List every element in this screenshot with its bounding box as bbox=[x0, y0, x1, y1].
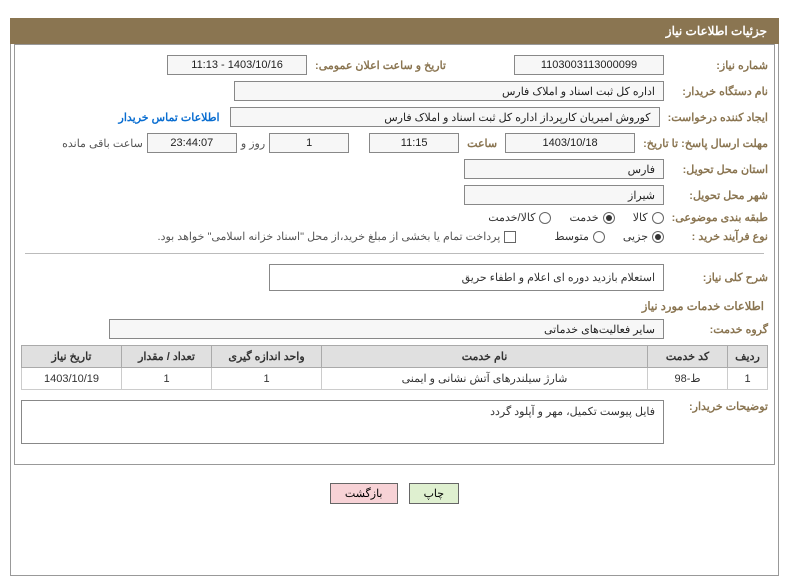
delivery-city-label: شهر محل تحویل: bbox=[668, 189, 768, 202]
cat-both-label: کالا/خدمت bbox=[488, 211, 535, 224]
announce-label: تاریخ و ساعت اعلان عمومی: bbox=[311, 59, 446, 72]
radio-icon bbox=[652, 212, 664, 224]
group-label: گروه خدمت: bbox=[668, 323, 768, 336]
back-button[interactable]: بازگشت bbox=[330, 483, 398, 504]
table-header-row: ردیف کد خدمت نام خدمت واحد اندازه گیری ت… bbox=[22, 346, 768, 368]
need-number-field: 1103003113000099 bbox=[514, 55, 664, 75]
details-panel: شماره نیاز: 1103003113000099 تاریخ و ساع… bbox=[14, 44, 775, 465]
cell-code: ط-98 bbox=[648, 368, 728, 390]
th-name: نام خدمت bbox=[322, 346, 648, 368]
desc-text: استعلام بازدید دوره ای اعلام و اطفاء حری… bbox=[269, 264, 664, 291]
th-qty: تعداد / مقدار bbox=[122, 346, 212, 368]
requester-label: ایجاد کننده درخواست: bbox=[664, 111, 768, 124]
need-number-label: شماره نیاز: bbox=[668, 59, 768, 72]
delivery-city: شیراز bbox=[464, 185, 664, 205]
radio-icon bbox=[652, 231, 664, 243]
buyer-org-field: اداره کل ثبت اسناد و املاک فارس bbox=[234, 81, 664, 101]
days-value: 1 bbox=[269, 133, 349, 153]
announce-value: 1403/10/16 - 11:13 bbox=[167, 55, 307, 75]
page-title: جزئیات اطلاعات نیاز bbox=[10, 18, 779, 44]
print-button[interactable]: چاپ bbox=[409, 483, 460, 504]
proc-type-label: نوع فرآیند خرید : bbox=[668, 230, 768, 243]
requester-field: کوروش امیریان کارپرداز اداره کل ثبت اسنا… bbox=[230, 107, 660, 127]
button-bar: چاپ بازگشت bbox=[0, 475, 789, 514]
divider bbox=[25, 253, 764, 254]
group-value: سایر فعالیت‌های خدماتی bbox=[109, 319, 664, 339]
remaining-label: ساعت باقی مانده bbox=[62, 137, 143, 150]
cell-idx: 1 bbox=[728, 368, 768, 390]
radio-icon bbox=[539, 212, 551, 224]
buyer-org-label: نام دستگاه خریدار: bbox=[668, 85, 768, 98]
cell-date: 1403/10/19 bbox=[22, 368, 122, 390]
cat-goods-radio: کالا bbox=[633, 211, 664, 224]
treasury-note: پرداخت تمام یا بخشی از مبلغ خرید،از محل … bbox=[158, 230, 501, 243]
services-table: ردیف کد خدمت نام خدمت واحد اندازه گیری ت… bbox=[21, 345, 768, 390]
radio-icon bbox=[603, 212, 615, 224]
buyer-note-text: فایل پیوست تکمیل، مهر و آپلود گردد bbox=[21, 400, 664, 444]
proc-small-label: جزیی bbox=[623, 230, 648, 243]
cat-service-radio: خدمت bbox=[569, 211, 614, 224]
cell-name: شارژ سیلندرهای آتش نشانی و ایمنی bbox=[322, 368, 648, 390]
proc-medium-label: متوسط bbox=[554, 230, 589, 243]
remaining-time: 23:44:07 bbox=[147, 133, 237, 153]
cat-both-radio: کالا/خدمت bbox=[488, 211, 551, 224]
services-title: اطلاعات خدمات مورد نیاز bbox=[25, 299, 764, 313]
delivery-province: فارس bbox=[464, 159, 664, 179]
th-unit: واحد اندازه گیری bbox=[212, 346, 322, 368]
deadline-date: 1403/10/18 bbox=[505, 133, 635, 153]
table-row: 1 ط-98 شارژ سیلندرهای آتش نشانی و ایمنی … bbox=[22, 368, 768, 390]
time-word: ساعت bbox=[463, 137, 501, 150]
treasury-checkbox bbox=[504, 231, 516, 243]
proc-small-radio: جزیی bbox=[623, 230, 664, 243]
th-code: کد خدمت bbox=[648, 346, 728, 368]
days-and: روز و bbox=[241, 137, 265, 150]
cell-unit: 1 bbox=[212, 368, 322, 390]
deadline-label: مهلت ارسال پاسخ: تا تاریخ: bbox=[639, 137, 768, 150]
proc-medium-radio: متوسط bbox=[554, 230, 605, 243]
radio-icon bbox=[593, 231, 605, 243]
deadline-time: 11:15 bbox=[369, 133, 459, 153]
cell-qty: 1 bbox=[122, 368, 212, 390]
cat-service-label: خدمت bbox=[569, 211, 598, 224]
category-label: طبقه بندی موضوعی: bbox=[668, 211, 768, 224]
th-idx: ردیف bbox=[728, 346, 768, 368]
buyer-note-label: توضیحات خریدار: bbox=[668, 400, 768, 413]
desc-label: شرح کلی نیاز: bbox=[668, 271, 768, 284]
cat-goods-label: کالا bbox=[633, 211, 648, 224]
delivery-province-label: استان محل تحویل: bbox=[668, 163, 768, 176]
th-date: تاریخ نیاز bbox=[22, 346, 122, 368]
buyer-contact-link[interactable]: اطلاعات تماس خریدار bbox=[113, 111, 226, 124]
